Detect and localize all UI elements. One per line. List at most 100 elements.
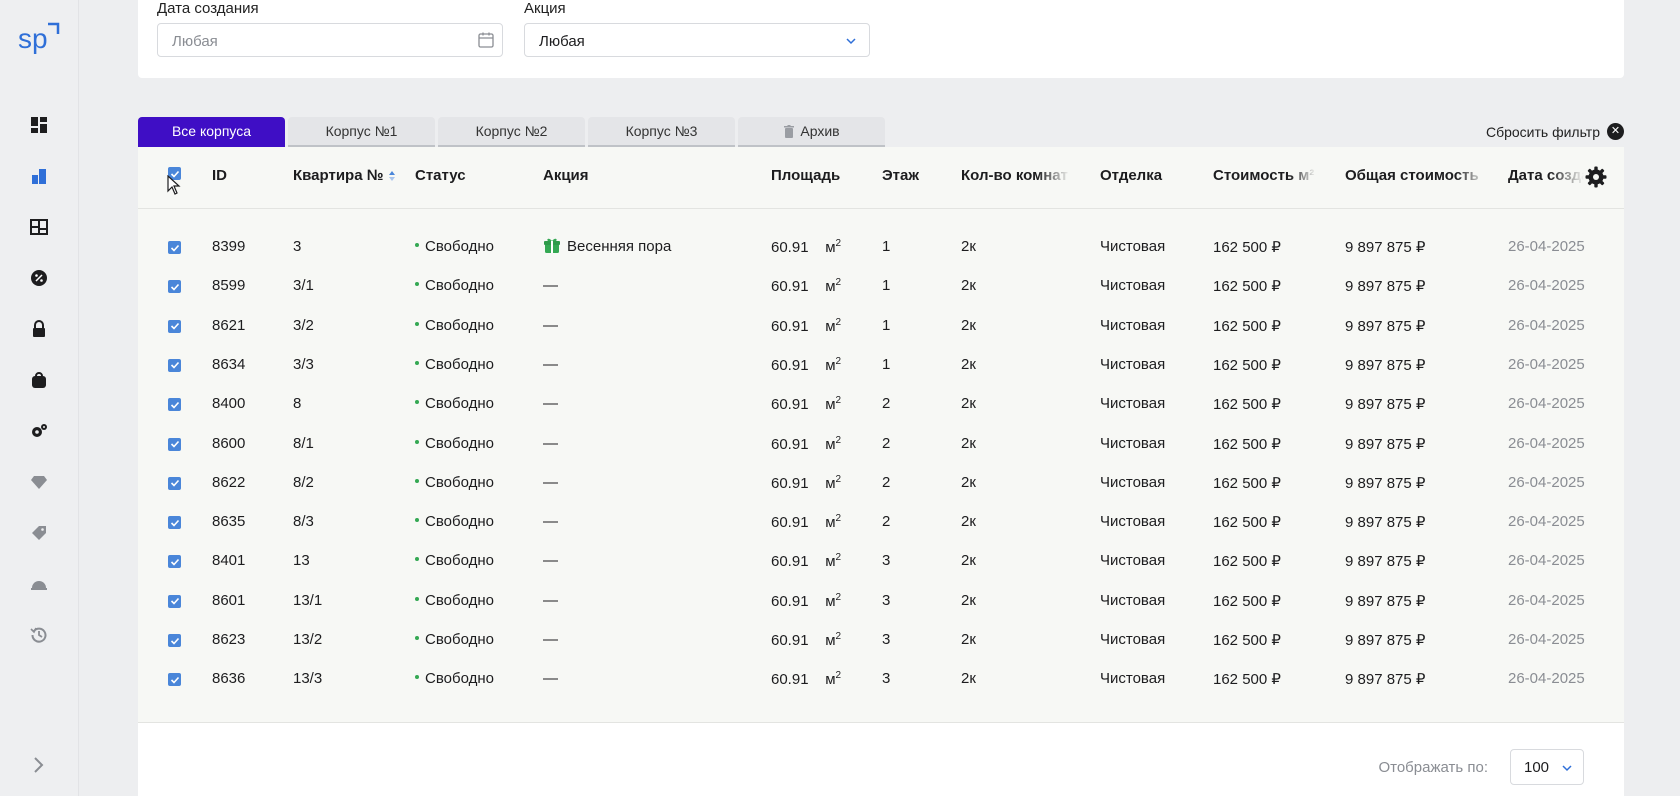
sort-icon[interactable] — [388, 169, 396, 183]
row-checkbox[interactable] — [168, 516, 181, 530]
row-status: Свободно — [415, 238, 494, 255]
row-checkbox[interactable] — [168, 555, 181, 569]
row-rooms: 2к — [961, 631, 976, 648]
row-floor: 1 — [882, 238, 891, 255]
promo-text: — — [543, 552, 558, 570]
row-checkbox[interactable] — [168, 319, 181, 333]
row-area: 60.91 м2 — [771, 435, 841, 453]
row-area: 60.91 м2 — [771, 395, 841, 413]
row-price-m2: 162 500 ₽ — [1213, 278, 1281, 296]
row-rooms: 2к — [961, 513, 976, 531]
col-price-m2[interactable]: Стоимость м² — [1213, 167, 1316, 184]
row-finish: Чистовая — [1100, 631, 1166, 648]
row-checkbox[interactable] — [168, 437, 181, 451]
table-row[interactable]: 8399 3 Свободно Весенняя пора 60.91 м2 1 2к Чис… — [138, 228, 1624, 267]
col-apartment-label: Квартира № — [293, 167, 384, 184]
buildings-icon[interactable] — [28, 165, 50, 187]
col-status[interactable]: Статус — [415, 167, 466, 184]
dashboard-icon[interactable] — [28, 114, 50, 136]
row-status: Свободно — [415, 513, 494, 530]
row-price-m2: 162 500 ₽ — [1213, 514, 1281, 532]
table-row[interactable]: 8601 13/1 Свободно — 60.91 м2 3 2к Чистовая 162 … — [138, 582, 1624, 621]
row-price-m2: 162 500 ₽ — [1213, 671, 1281, 689]
tab-archive[interactable]: Архив — [738, 117, 885, 147]
table-row[interactable]: 8636 13/3 Свободно — 60.91 м2 3 2к Чистовая 162 … — [138, 660, 1624, 699]
col-rooms[interactable]: Кол-во комнат — [961, 167, 1070, 184]
close-icon[interactable]: ✕ — [1607, 123, 1624, 140]
row-checkbox[interactable] — [168, 594, 181, 608]
tab-label: Все корпуса — [171, 123, 252, 139]
col-finish[interactable]: Отделка — [1100, 167, 1162, 184]
table-row[interactable]: 8623 13/2 Свободно — 60.91 м2 3 2к Чистовая 162 … — [138, 621, 1624, 660]
area-unit-superscript: 2 — [835, 434, 842, 446]
row-apartment: 13 — [293, 552, 310, 570]
col-area[interactable]: Площадь — [771, 167, 840, 184]
tab-building-3[interactable]: Корпус №3 — [588, 117, 735, 147]
table-row[interactable]: 8635 8/3 Свободно —60.91 м2 2 2к Чистовая 162 5… — [138, 503, 1624, 542]
tab-building-2[interactable]: Корпус №2 — [438, 117, 585, 147]
row-checkbox[interactable] — [168, 398, 181, 412]
expand-sidebar-icon[interactable] — [28, 755, 48, 775]
row-price-m2: 162 500 ₽ — [1213, 632, 1281, 649]
table-row[interactable]: 8401 13 Свободно — 60.91 м2 3 2к Чистовая 162 50… — [138, 542, 1624, 581]
row-id: 8634 — [212, 355, 246, 373]
lock-icon[interactable] — [28, 318, 50, 340]
area-value: 60.91 — [771, 278, 809, 296]
row-finish: Чистовая — [1100, 316, 1166, 334]
row-date: 26-04-2025 — [1508, 355, 1585, 373]
col-floor[interactable]: Этаж — [882, 167, 919, 184]
date-filter-input[interactable]: Любая — [157, 23, 503, 57]
bag-icon[interactable] — [28, 369, 50, 391]
floorplan-icon[interactable] — [28, 216, 50, 238]
status-dot — [415, 478, 419, 483]
area-value: 60.91 — [771, 671, 809, 689]
sp-logo[interactable]: sp — [18, 20, 60, 54]
diamond-icon[interactable] — [28, 471, 50, 493]
table-row[interactable]: 8621 3/2 Свободно — 60.91 м2 1 2к Чистовая 162 5… — [138, 307, 1624, 346]
col-promo[interactable]: Акция — [543, 167, 589, 184]
row-checkbox[interactable] — [168, 634, 181, 647]
status-dot — [415, 439, 419, 444]
reset-filter-button[interactable]: Сбросить фильтр ✕ — [1486, 123, 1624, 140]
discount-icon[interactable] — [28, 267, 50, 289]
row-checkbox[interactable] — [168, 241, 181, 254]
row-promo: — — [543, 513, 558, 530]
table-row[interactable]: 8622 8/2 Свободно —60.91 м2 2 2к Чистовая 162 5… — [138, 464, 1624, 503]
building-tabs: Все корпуса Корпус №1 Корпус №2 Корпус №… — [138, 117, 888, 147]
row-area: 60.91 м2 — [771, 238, 841, 256]
row-checkbox[interactable] — [168, 476, 181, 490]
row-price-m2: 162 500 ₽ — [1213, 592, 1281, 610]
tab-building-1[interactable]: Корпус №1 — [288, 117, 435, 147]
table-row[interactable]: 8600 8/1 Свободно —60.91 м2 2 2к Чистовая 162 5… — [138, 425, 1624, 464]
col-created-date[interactable]: Дата создания — [1508, 167, 1584, 184]
row-price-m2: 162 500 ₽ — [1213, 356, 1281, 374]
tab-all-buildings[interactable]: Все корпуса — [138, 117, 285, 147]
settings-gear-icon[interactable] — [1584, 165, 1608, 189]
row-total-price: 9 897 875 ₽ — [1345, 632, 1426, 649]
col-id[interactable]: ID — [212, 167, 227, 184]
helmet-icon[interactable] — [28, 573, 50, 595]
row-finish: Чистовая — [1100, 513, 1166, 531]
table-row[interactable]: 8634 3/3 Свободно — 60.91 м2 1 2к Чистовая 162 5… — [138, 346, 1624, 385]
table-row[interactable]: 8599 3/1 Свободно — 60.91 м2 1 2к Чистовая 162 5… — [138, 267, 1624, 306]
col-apartment[interactable]: Квартира № — [293, 167, 396, 184]
row-checkbox[interactable] — [168, 673, 181, 687]
row-area: 60.91 м2 — [771, 552, 841, 570]
calendar-icon[interactable] — [478, 32, 494, 48]
promo-filter-select[interactable]: Любая — [524, 23, 870, 57]
tag-icon[interactable] — [28, 522, 50, 544]
row-apartment: 13/3 — [293, 670, 323, 688]
status-dot — [415, 400, 419, 405]
per-page-select[interactable]: 100 — [1510, 749, 1584, 785]
gears-icon[interactable] — [28, 420, 50, 442]
row-checkbox[interactable] — [168, 280, 181, 294]
row-status: Свободно — [415, 395, 494, 412]
row-finish: Чистовая — [1100, 473, 1166, 491]
history-icon[interactable] — [28, 624, 50, 646]
col-total-price[interactable]: Общая стоимость — [1345, 167, 1485, 184]
row-status: Свободно — [415, 631, 494, 648]
row-checkbox[interactable] — [168, 358, 181, 372]
table-row[interactable]: 8400 8 Свободно —60.91 м2 2 2к Чистовая 162 500… — [138, 385, 1624, 424]
row-rooms: 2к — [961, 316, 976, 334]
row-rooms: 2к — [961, 670, 976, 688]
